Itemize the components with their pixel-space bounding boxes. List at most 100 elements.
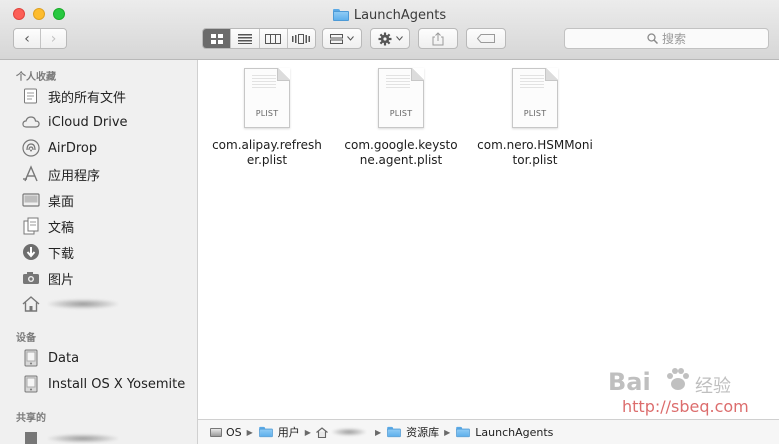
desktop-icon [22, 191, 40, 209]
list-view-button[interactable] [231, 29, 260, 48]
cloud-icon [22, 113, 40, 131]
coverflow-view-icon [292, 33, 311, 44]
sidebar-item-applications[interactable]: 应用程序 [22, 163, 100, 185]
home-icon [316, 426, 328, 438]
path-item-label: 资源库 [406, 426, 440, 439]
sidebar-item-pictures[interactable]: 图片 [22, 267, 74, 289]
search-icon [647, 33, 658, 44]
path-separator-icon: ▶ [304, 427, 311, 437]
sidebar-item-desktop[interactable]: 桌面 [22, 189, 74, 211]
sidebar-item-documents[interactable]: 文稿 [22, 215, 74, 237]
plist-file-icon: PLIST [512, 68, 558, 128]
coverflow-view-button[interactable] [287, 29, 315, 48]
path-bar: OS ▶ 用户 ▶ ▶ 资源库 ▶ LaunchAgents [198, 419, 779, 444]
sidebar-item-all-files[interactable]: 我的所有文件 [22, 85, 126, 107]
sidebar-item-label: 应用程序 [48, 168, 101, 184]
action-button[interactable] [370, 28, 410, 49]
path-item-users[interactable]: 用户 [258, 424, 300, 440]
chevron-down-icon [395, 36, 403, 41]
file-name: com.nero.HSMMonitor.plist [477, 138, 593, 167]
sidebar-item-label: 图片 [48, 272, 75, 288]
path-item-label: 用户 [277, 426, 300, 439]
path-item-launchagents[interactable]: LaunchAgents [455, 426, 553, 439]
sidebar-heading-favorites: 个人收藏 [16, 72, 56, 83]
folder-icon [258, 426, 273, 438]
sidebar-item-airdrop[interactable]: AirDrop [22, 137, 97, 159]
file-item[interactable]: PLIST com.alipay.refresher.plist [208, 68, 326, 168]
tags-button[interactable] [466, 28, 506, 49]
path-item-os[interactable]: OS [210, 426, 242, 439]
sidebar-item-data-disk[interactable]: Data [22, 347, 79, 369]
back-button[interactable]: ‹ [14, 29, 41, 48]
list-view-icon [237, 33, 252, 44]
sidebar-heading-devices: 设备 [16, 333, 36, 344]
plist-file-icon: PLIST [244, 68, 290, 128]
sidebar-item-label: Install OS X Yosemite [48, 376, 186, 392]
file-type-label: PLIST [389, 109, 413, 118]
airdrop-icon [22, 139, 40, 157]
documents-icon [22, 217, 40, 235]
file-browser: PLIST com.alipay.refresher.plist PLIST c… [198, 60, 779, 419]
chevron-right-icon: › [50, 30, 57, 47]
sidebar-item-label: 桌面 [48, 194, 75, 210]
path-item-library[interactable]: 资源库 [386, 424, 439, 440]
path-item-label: OS [226, 425, 242, 439]
computer-icon [22, 429, 40, 444]
view-mode-control [202, 28, 316, 49]
sidebar-item-label: iCloud Drive [48, 114, 128, 130]
icon-view-icon [210, 33, 223, 44]
sidebar-item-install-disk[interactable]: Install OS X Yosemite [22, 373, 185, 395]
path-item-home[interactable] [316, 426, 370, 438]
folder-icon [387, 426, 401, 438]
share-icon [432, 31, 444, 45]
folder-icon [332, 9, 349, 21]
column-view-button[interactable] [259, 29, 288, 48]
finder-window: LaunchAgents ‹ › 搜索 个人收藏 我的所有文件 iCloud D… [0, 0, 779, 444]
sidebar-item-label: 我的所有文件 [48, 90, 127, 106]
sidebar-item-downloads[interactable]: 下载 [22, 241, 74, 263]
sidebar-item-label: 文稿 [48, 220, 75, 236]
icon-view-button[interactable] [203, 29, 232, 48]
chevron-down-icon [347, 36, 354, 41]
path-separator-icon: ▶ [444, 427, 451, 437]
downloads-icon [22, 243, 40, 261]
sidebar: 个人收藏 我的所有文件 iCloud Drive AirDrop 应用程序 桌面… [0, 60, 198, 444]
sidebar-item-label: Data [48, 350, 80, 366]
column-view-icon [265, 33, 282, 44]
plist-file-icon: PLIST [378, 68, 424, 128]
search-field[interactable]: 搜索 [564, 28, 769, 49]
arrange-icon [330, 33, 343, 44]
hard-drive-icon [210, 427, 222, 437]
gear-icon [378, 32, 391, 45]
nav-buttons: ‹ › [13, 28, 67, 49]
sidebar-item-icloud-drive[interactable]: iCloud Drive [22, 111, 128, 133]
disk-icon [22, 349, 40, 367]
chevron-left-icon: ‹ [24, 30, 30, 47]
tag-icon [477, 34, 495, 43]
file-name: com.google.keystone.agent.plist [344, 138, 458, 167]
pictures-icon [22, 269, 40, 287]
sidebar-item-label: AirDrop [48, 140, 98, 156]
all-files-icon [22, 87, 40, 105]
redacted-shared-name [48, 433, 118, 443]
redacted-username [48, 299, 118, 309]
toolbar: LaunchAgents ‹ › 搜索 [0, 0, 779, 60]
forward-button[interactable]: › [40, 29, 66, 48]
folder-icon [456, 426, 471, 438]
file-item[interactable]: PLIST com.nero.HSMMonitor.plist [476, 68, 594, 168]
sidebar-heading-shared: 共享的 [16, 413, 46, 424]
applications-icon [22, 165, 40, 183]
window-title: LaunchAgents [353, 7, 447, 23]
share-button[interactable] [418, 28, 458, 49]
path-separator-icon: ▶ [246, 427, 253, 437]
file-type-label: PLIST [255, 109, 279, 118]
window-title-bar: LaunchAgents [0, 6, 779, 24]
sidebar-item-shared-computer[interactable] [22, 427, 118, 444]
file-type-label: PLIST [523, 109, 547, 118]
sidebar-item-home[interactable] [22, 293, 126, 315]
arrange-button[interactable] [322, 28, 362, 49]
file-item[interactable]: PLIST com.google.keystone.agent.plist [342, 68, 460, 168]
path-item-label: LaunchAgents [475, 425, 554, 439]
path-separator-icon: ▶ [374, 427, 382, 437]
disk-icon [22, 375, 40, 393]
